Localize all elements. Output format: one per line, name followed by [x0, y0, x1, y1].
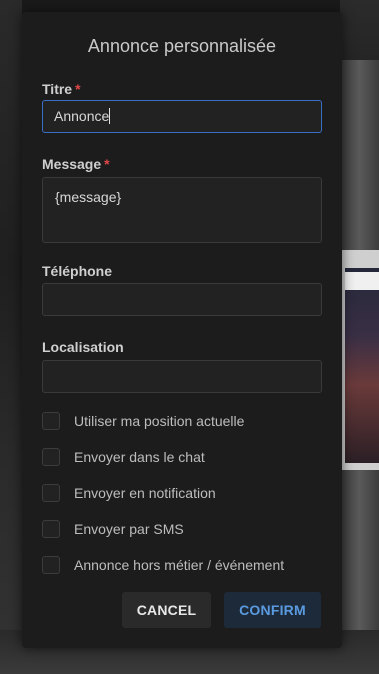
checkbox[interactable] — [42, 448, 60, 466]
background-wall-left — [0, 0, 22, 674]
checkbox[interactable] — [42, 412, 60, 430]
confirm-button[interactable]: CONFIRM — [224, 592, 321, 628]
custom-announcement-dialog: Annonce personnalisée Titre * Annonce Mes… — [22, 12, 342, 648]
checkbox-row-current-position[interactable]: Utiliser ma position actuelle — [42, 411, 244, 431]
required-marker: * — [75, 81, 81, 97]
message-textarea[interactable]: {message} — [42, 177, 322, 243]
background-poster-header — [345, 272, 379, 290]
titre-label: Titre * — [42, 81, 81, 97]
cancel-button[interactable]: CANCEL — [122, 592, 211, 628]
checkbox-row-send-sms[interactable]: Envoyer par SMS — [42, 519, 184, 539]
telephone-input[interactable] — [42, 283, 322, 316]
localisation-label: Localisation — [42, 339, 124, 355]
checkbox-label: Annonce hors métier / événement — [74, 557, 285, 573]
checkbox-label: Utiliser ma position actuelle — [74, 413, 245, 429]
checkbox-label: Envoyer dans le chat — [74, 449, 205, 465]
background-poster — [345, 268, 379, 463]
checkbox[interactable] — [42, 520, 60, 538]
checkbox-label: Envoyer par SMS — [74, 521, 184, 537]
text-caret — [109, 108, 111, 124]
checkbox[interactable] — [42, 484, 60, 502]
required-marker: * — [104, 156, 110, 172]
dialog-title: Annonce personnalisée — [87, 36, 277, 56]
checkbox-label: Envoyer en notification — [74, 485, 216, 501]
checkbox-row-send-chat[interactable]: Envoyer dans le chat — [42, 447, 205, 467]
checkbox-row-off-job-event[interactable]: Annonce hors métier / événement — [42, 555, 284, 575]
checkbox-row-send-notification[interactable]: Envoyer en notification — [42, 483, 216, 503]
telephone-label: Téléphone — [42, 263, 113, 279]
message-label: Message * — [42, 156, 110, 172]
titre-input[interactable]: Annonce — [42, 100, 322, 133]
localisation-input[interactable] — [42, 360, 322, 393]
checkbox[interactable] — [42, 556, 60, 574]
